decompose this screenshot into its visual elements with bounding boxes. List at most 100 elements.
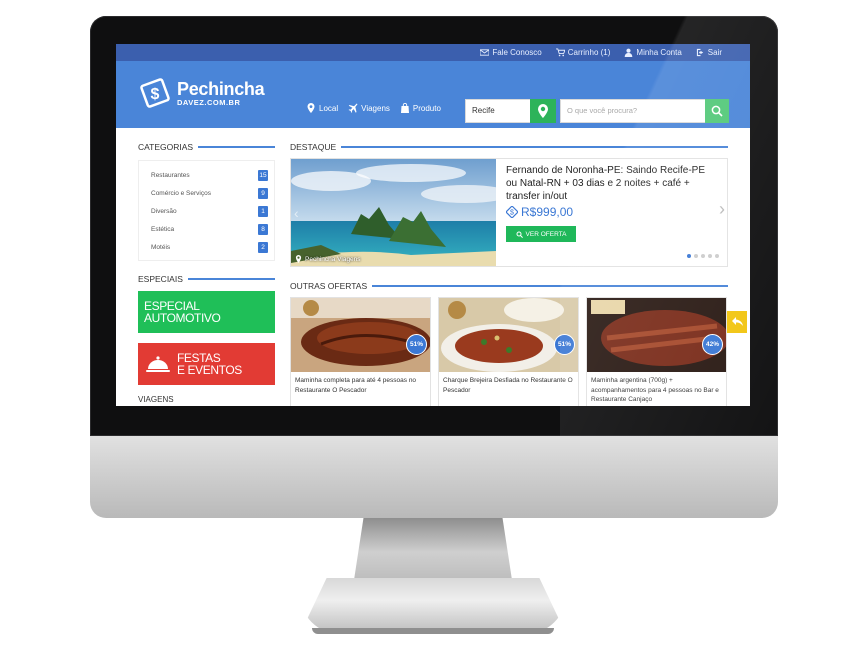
envelope-icon <box>480 49 490 56</box>
carousel-dot[interactable] <box>687 254 691 258</box>
logo-emblem-icon: $ <box>140 78 170 108</box>
offer-card[interactable]: 42% Maminha argentina (700g) + acompanha… <box>586 297 727 406</box>
carousel-dot[interactable] <box>694 254 698 258</box>
carousel-dot[interactable] <box>701 254 705 258</box>
discount-badge: 51% <box>406 334 427 355</box>
category-label: Motéis <box>151 243 171 251</box>
logout-icon <box>696 48 703 57</box>
featured-tag: Pechincha Viagens <box>295 255 361 263</box>
destaque-title: DESTAQUE <box>290 142 337 152</box>
category-label: Estética <box>151 225 175 233</box>
search-input[interactable]: O que você procura? <box>560 99 706 123</box>
promo-especial-automotivo[interactable]: ESPECIAL AUTOMOTIVO <box>138 291 275 333</box>
nav-local-label: Local <box>319 103 339 113</box>
utility-bar: Fale Conosco Carrinho (1) Minha Conta Sa… <box>116 44 750 61</box>
website-screen: Fale Conosco Carrinho (1) Minha Conta Sa… <box>116 44 750 406</box>
account-link[interactable]: Minha Conta <box>624 48 682 57</box>
island-photo <box>291 159 496 266</box>
category-count: 1 <box>258 205 268 217</box>
category-item-diversao[interactable]: Diversão 1 <box>151 202 268 220</box>
cloche-icon <box>146 356 170 372</box>
city-select[interactable]: Recife <box>465 99 531 123</box>
carousel-dot[interactable] <box>708 254 712 258</box>
featured-title: Fernando de Noronha-PE: Saindo Recife-PE… <box>506 165 706 202</box>
destaque-heading: DESTAQUE <box>290 142 728 152</box>
especiais-heading: ESPECIAIS <box>138 274 275 284</box>
carousel-dot[interactable] <box>715 254 719 258</box>
outras-ofertas-heading: OUTRAS OFERTAS <box>290 281 728 291</box>
categories-title: CATEGORIAS <box>138 142 194 152</box>
category-item-estetica[interactable]: Estética 8 <box>151 220 268 238</box>
category-item-comercio[interactable]: Comércio e Serviços 9 <box>151 184 268 202</box>
featured-image: ‹ Pechincha Viagens <box>291 159 496 266</box>
logout-link[interactable]: Sair <box>696 48 722 57</box>
monitor-chin <box>90 436 778 518</box>
featured-tag-label: Pechincha Viagens <box>305 255 361 263</box>
nav-produto[interactable]: Produto <box>400 103 441 113</box>
side-back-button[interactable] <box>727 311 747 333</box>
offer-card[interactable]: 51% Maminha completa para até 4 pessoas … <box>290 297 431 406</box>
category-list: Restaurantes 15 Comércio e Serviços 9 Dive… <box>138 160 275 261</box>
view-offer-label: VER OFERTA <box>525 230 567 238</box>
categories-heading: CATEGORIAS <box>138 142 275 152</box>
offer-description: Charque Brejeira Desfiada no Restaurante… <box>443 377 573 394</box>
offer-description: Maminha argentina (700g) + acompanhament… <box>591 377 719 403</box>
nav-viagens[interactable]: Viagens <box>348 103 390 113</box>
offer-image: 51% <box>439 298 578 372</box>
offer-image: 42% <box>587 298 726 372</box>
site-header: $ Pechincha DAVEZ.COM.BR Local Viagens P… <box>116 61 750 128</box>
carousel-dots <box>687 254 719 258</box>
especiais-title: ESPECIAIS <box>138 274 183 284</box>
sidebar: CATEGORIAS Restaurantes 15 Comércio e Ser… <box>138 142 275 404</box>
category-count: 2 <box>258 241 268 253</box>
nav-produto-label: Produto <box>412 103 441 113</box>
logo-title: Pechincha <box>177 78 265 99</box>
featured-price-value: R$999,00 <box>521 205 574 219</box>
category-count: 15 <box>258 169 268 181</box>
category-item-restaurantes[interactable]: Restaurantes 15 <box>151 166 268 184</box>
promo-line: AUTOMOTIVO <box>144 311 221 325</box>
outras-ofertas-title: OUTRAS OFERTAS <box>290 281 368 291</box>
contact-link-label: Fale Conosco <box>492 48 542 57</box>
offer-card[interactable]: 51% Charque Brejeira Desfiada no Restaur… <box>438 297 579 406</box>
carousel-next-icon[interactable]: › <box>719 199 725 220</box>
site-logo[interactable]: $ Pechincha DAVEZ.COM.BR <box>138 76 265 110</box>
featured-body: Fernando de Noronha-PE: Saindo Recife-PE… <box>496 159 706 266</box>
search-icon <box>516 231 523 238</box>
user-icon <box>625 48 633 57</box>
monitor-stand-base <box>300 578 566 634</box>
discount-badge: 42% <box>702 334 723 355</box>
shopping-bag-icon <box>400 103 409 113</box>
map-pin-icon <box>538 104 548 118</box>
featured-offer-card[interactable]: ‹ Pechincha Viagens Fernando de Noronha-… <box>290 158 728 267</box>
discount-badge: 51% <box>554 334 575 355</box>
main-content: DESTAQUE ‹ Pechincha Viagens Fernando de… <box>290 142 728 406</box>
monitor-mockup: Fale Conosco Carrinho (1) Minha Conta Sa… <box>0 0 867 650</box>
category-item-moteis[interactable]: Motéis 2 <box>151 238 268 256</box>
city-location-button[interactable] <box>530 99 556 123</box>
offer-list: 51% Maminha completa para até 4 pessoas … <box>290 297 728 406</box>
category-label: Restaurantes <box>151 171 190 179</box>
logo-subtitle: DAVEZ.COM.BR <box>177 97 241 107</box>
price-tag-icon: $ <box>506 206 518 218</box>
cart-link[interactable]: Carrinho (1) <box>555 48 611 57</box>
cart-link-label: Carrinho (1) <box>567 48 611 57</box>
promo-festas-eventos[interactable]: FESTAS E EVENTOS <box>138 343 275 385</box>
account-link-label: Minha Conta <box>636 48 682 57</box>
monitor-stand-neck <box>354 518 512 580</box>
svg-text:$: $ <box>151 86 160 103</box>
carousel-prev-icon[interactable]: ‹ <box>294 205 299 221</box>
view-offer-button[interactable]: VER OFERTA <box>506 226 576 242</box>
category-count: 9 <box>258 187 268 199</box>
contact-link[interactable]: Fale Conosco <box>480 48 542 57</box>
reply-arrow-icon <box>731 317 743 326</box>
promo-line: E EVENTOS <box>177 363 242 377</box>
monitor-stand-edge <box>312 628 554 634</box>
offer-description: Maminha completa para até 4 pessoas no R… <box>295 377 417 394</box>
featured-price: $ R$999,00 <box>506 205 706 219</box>
nav-local[interactable]: Local <box>306 103 338 113</box>
search-button[interactable] <box>705 99 729 123</box>
map-pin-icon <box>295 255 302 263</box>
cart-icon <box>555 48 565 57</box>
nav-viagens-label: Viagens <box>361 103 390 113</box>
